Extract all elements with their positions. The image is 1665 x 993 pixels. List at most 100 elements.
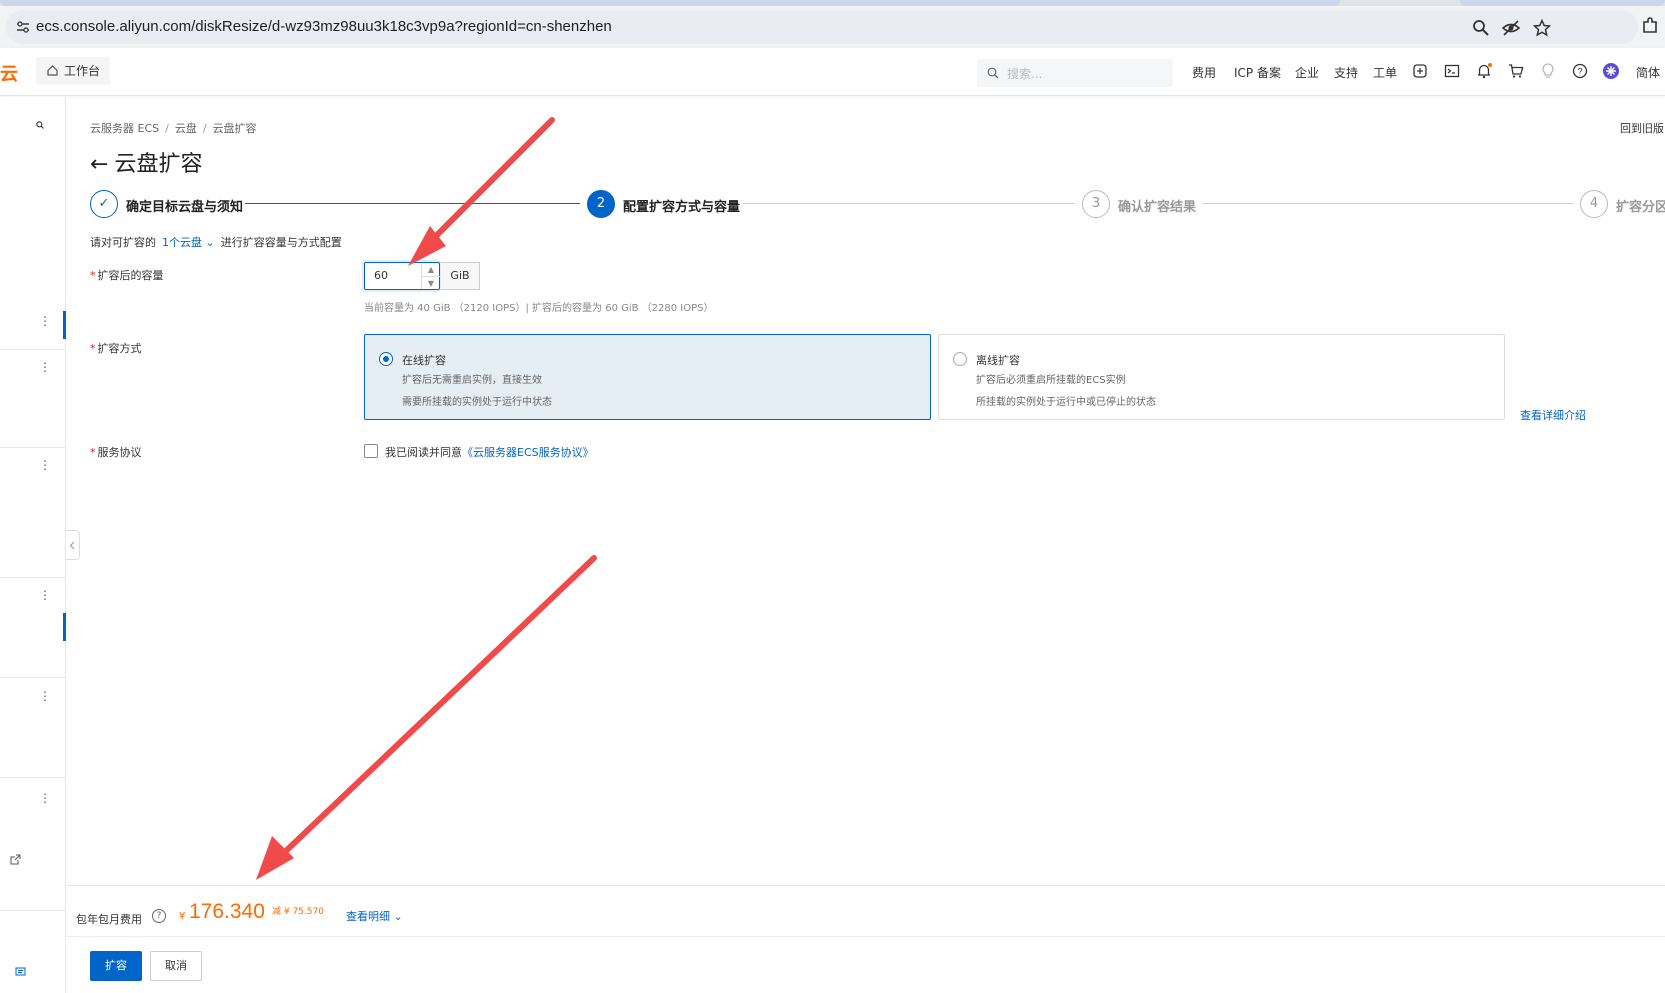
chevron-down-icon: ⌄ [393,910,403,923]
app-icon[interactable] [1412,63,1428,79]
capacity-label-text: 扩容后的容量 [97,269,164,282]
search-placeholder: 搜索... [1007,67,1043,81]
view-breakdown-link[interactable]: 查看明细 ⌄ [346,908,403,924]
console-search-input[interactable]: 搜索... [977,59,1173,87]
nav-link-billing[interactable]: 费用 [1192,64,1216,81]
step-2-label: 配置扩容方式与容量 [623,200,741,215]
method-label: * 扩容方式 [90,342,142,355]
user-avatar-icon[interactable] [1603,63,1619,79]
online-resize-desc2: 需要所挂载的实例处于运行中状态 [402,397,552,408]
sidebar-collapse-handle[interactable] [66,530,80,560]
browser-toolbar: ecs.console.aliyun.com/diskResize/d-wz93… [0,0,1665,48]
view-details-link[interactable]: 查看详细介绍 [1520,407,1586,423]
sidebar-divider [0,677,66,678]
agreement-checkbox[interactable] [364,444,378,458]
fee-label: 包年包月费用 [76,913,142,926]
site-settings-icon[interactable] [16,21,30,33]
breadcrumb-ecs[interactable]: 云服务器 ECS [90,122,159,135]
agreement-label-text: 服务协议 [97,446,142,459]
bookmark-star-icon[interactable] [1533,19,1551,37]
online-resize-option[interactable]: 在线扩容 扩容后无需重启实例，直接生效 需要所挂载的实例处于运行中状态 [364,334,931,420]
page-title-text: 云盘扩容 [114,152,203,177]
sidebar-divider [0,577,66,578]
fee-price: 176.340 [189,900,265,923]
left-sidebar: ⋮ ⋮ ⋮ ⋮ ⋮ ⋮ [0,97,66,993]
nav-link-ticket[interactable]: 工单 [1373,64,1397,81]
agreement-text: 我已阅读并同意《云服务器ECS服务协议》 [385,444,594,460]
annotation-overlay [256,117,597,880]
sidebar-more-icon[interactable]: ⋮ [39,690,51,702]
breadcrumb-current: 云盘扩容 [212,122,257,135]
radio-unselected[interactable] [953,352,967,366]
annotation-arrow-capacity [408,117,555,266]
console-top-nav: 云 工作台 搜索... 费用 ICP 备案 企业 支持 工单 ? 简体 [0,48,1665,96]
ecs-agreement-link[interactable]: 《云服务器ECS服务协议》 [462,446,594,459]
disk-count-link[interactable]: 1个云盘 [162,236,202,249]
chevron-left-icon [69,541,75,550]
home-icon [47,65,58,76]
capacity-stepper[interactable]: ▲ ▼ [421,263,440,289]
feedback-icon[interactable] [15,967,26,978]
radio-selected[interactable] [379,352,393,366]
sidebar-search-icon[interactable] [36,121,44,129]
disk-count-dropdown[interactable]: 1个云盘 ⌄ [162,236,215,249]
capacity-label: * 扩容后的容量 [90,269,164,282]
help-icon[interactable]: ? [1572,63,1588,79]
sidebar-more-icon[interactable]: ⋮ [39,792,51,804]
workbench-button[interactable]: 工作台 [36,57,110,85]
notification-bell-icon[interactable] [1476,63,1492,79]
address-bar[interactable]: ecs.console.aliyun.com/diskResize/d-wz93… [6,10,1638,44]
tab-strip [0,0,1665,6]
step-1-label: 确定目标云盘与须知 [126,200,244,215]
annotation-arrow-price [256,555,597,880]
external-link-icon[interactable] [10,854,21,865]
capacity-unit: GiB [441,262,480,290]
offline-resize-option[interactable]: 离线扩容 扩容后必须重启所挂载的ECS实例 所挂载的实例处于运行中或已停止的状态 [938,334,1505,420]
chevron-down-icon: ⌄ [205,236,215,249]
cancel-button[interactable]: 取消 [150,951,202,981]
nav-link-support[interactable]: 支持 [1334,64,1358,81]
sidebar-active-indicator [63,311,66,339]
view-breakdown-text[interactable]: 查看明细 [346,910,390,923]
step-3-label: 确认扩容结果 [1118,200,1197,215]
nav-link-icp[interactable]: ICP 备案 [1234,64,1281,81]
fee-summary-bar: 包年包月费用 ? ¥ 176.340 减 ¥ 75.570 查看明细 ⌄ [66,885,1665,937]
step-2-indicator: 2 [587,190,615,218]
resize-submit-button[interactable]: 扩容 [90,951,142,981]
sidebar-divider [0,910,66,911]
stepper-up-icon[interactable]: ▲ [422,263,440,276]
url-text[interactable]: ecs.console.aliyun.com/diskResize/d-wz93… [36,18,612,35]
language-switch[interactable]: 简体 [1636,64,1660,81]
help-circle-icon[interactable]: ? [152,909,166,923]
fee-currency: ¥ [179,911,186,922]
cart-icon[interactable] [1508,63,1524,79]
sidebar-more-icon[interactable]: ⋮ [39,315,51,327]
terminal-icon[interactable] [1444,63,1460,79]
sidebar-divider [0,447,66,448]
back-arrow-icon[interactable]: ← [90,152,108,177]
online-resize-desc1: 扩容后无需重启实例，直接生效 [402,375,542,386]
sidebar-more-icon[interactable]: ⋮ [39,459,51,471]
stepper-down-icon[interactable]: ▼ [422,276,440,289]
aliyun-logo[interactable]: 云 [0,60,18,86]
sidebar-divider [0,777,66,778]
step-3-indicator: 3 [1082,190,1110,218]
nav-link-enterprise[interactable]: 企业 [1295,64,1319,81]
step-4-label: 扩容分区 [1616,200,1665,215]
sidebar-more-icon[interactable]: ⋮ [39,589,51,601]
capacity-hint: 当前容量为 40 GiB （2120 IOPS）| 扩容后的容量为 60 GiB… [364,303,714,314]
breadcrumb-disk[interactable]: 云盘 [175,122,197,135]
instruction-prefix: 请对可扩容的 [90,236,156,249]
online-resize-title: 在线扩容 [402,354,446,367]
back-to-old-version-link[interactable]: 回到旧版 [1620,120,1664,136]
agreement-prefix: 我已阅读并同意 [385,446,462,459]
eye-off-icon[interactable] [1502,19,1520,37]
extensions-icon[interactable] [1641,17,1659,35]
sidebar-more-icon[interactable]: ⋮ [39,361,51,373]
offline-resize-desc1: 扩容后必须重启所挂载的ECS实例 [976,375,1126,386]
step-connector [245,203,580,204]
fee-discount: 减 ¥ 75.570 [272,907,324,917]
lightbulb-icon[interactable] [1540,63,1556,79]
method-label-text: 扩容方式 [97,342,142,355]
zoom-icon[interactable] [1472,19,1490,37]
